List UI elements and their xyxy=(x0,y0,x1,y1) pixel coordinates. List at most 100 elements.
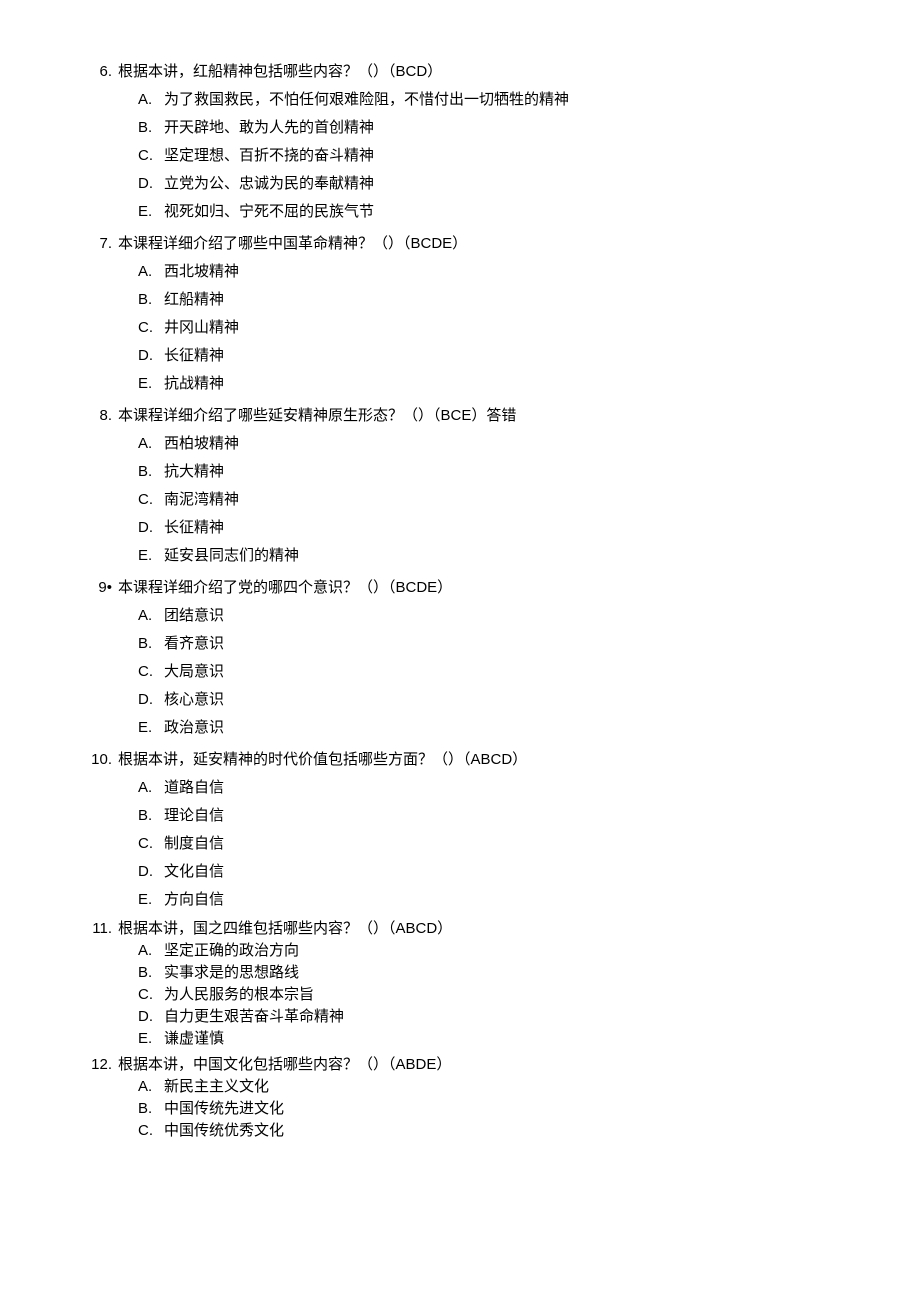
option-letter: E. xyxy=(138,714,160,742)
option-row: C.井冈山精神 xyxy=(138,314,830,342)
option-text: 为人民服务的根本宗旨 xyxy=(164,984,314,1006)
option-text: 核心意识 xyxy=(164,686,224,714)
option-text: 中国传统优秀文化 xyxy=(164,1120,284,1142)
option-row: C.制度自信 xyxy=(138,830,830,858)
document-page: 6.根据本讲，红船精神包括哪些内容？（）（BCD）A.为了救国救民，不怕任何艰难… xyxy=(0,0,920,1206)
option-row: D.长征精神 xyxy=(138,514,830,542)
option-text: 文化自信 xyxy=(164,858,224,886)
option-row: A.西柏坡精神 xyxy=(138,430,830,458)
options-list: A.道路自信B.理论自信C.制度自信D.文化自信E.方向自信 xyxy=(90,774,830,914)
question-text: 根据本讲，延安精神的时代价值包括哪些方面？（）（ABCD） xyxy=(118,746,830,774)
option-letter: A. xyxy=(138,258,160,286)
option-row: A.道路自信 xyxy=(138,774,830,802)
option-text: 谦虚谨慎 xyxy=(164,1028,224,1050)
question-text: 根据本讲，红船精神包括哪些内容？（）（BCD） xyxy=(118,58,830,86)
question: 11. 根据本讲，国之四维包括哪些内容？（）（ABCD）A.坚定正确的政治方向B.… xyxy=(90,918,830,1050)
option-row: B.理论自信 xyxy=(138,802,830,830)
option-text: 方向自信 xyxy=(164,886,224,914)
option-letter: C. xyxy=(138,658,160,686)
option-letter: B. xyxy=(138,630,160,658)
option-row: E.抗战精神 xyxy=(138,370,830,398)
question: 9•本课程详细介绍了党的哪四个意识？（）（BCDE）A.团结意识B.看齐意识C.… xyxy=(90,574,830,742)
options-list: A.为了救国救民，不怕任何艰难险阻，不惜付出一切牺牲的精神B.开天辟地、敢为人先… xyxy=(90,86,830,226)
option-row: A.新民主主义文化 xyxy=(138,1076,830,1098)
option-text: 开天辟地、敢为人先的首创精神 xyxy=(164,114,374,142)
question-row: 7.本课程详细介绍了哪些中国革命精神？（）（BCDE） xyxy=(90,230,830,258)
option-letter: D. xyxy=(138,686,160,714)
option-row: A.为了救国救民，不怕任何艰难险阻，不惜付出一切牺牲的精神 xyxy=(138,86,830,114)
option-letter: C. xyxy=(138,314,160,342)
option-row: E.延安县同志们的精神 xyxy=(138,542,830,570)
option-letter: B. xyxy=(138,286,160,314)
option-text: 井冈山精神 xyxy=(164,314,239,342)
option-letter: D. xyxy=(138,1006,160,1028)
option-letter: E. xyxy=(138,370,160,398)
option-text: 实事求是的思想路线 xyxy=(164,962,299,984)
question-number: 11. xyxy=(90,918,112,940)
option-text: 抗战精神 xyxy=(164,370,224,398)
options-list: A.新民主主义文化B.中国传统先进文化C.中国传统优秀文化 xyxy=(90,1076,830,1142)
option-row: E.谦虚谨慎 xyxy=(138,1028,830,1050)
option-letter: E. xyxy=(138,1028,160,1050)
option-text: 南泥湾精神 xyxy=(164,486,239,514)
option-letter: A. xyxy=(138,940,160,962)
question: 8.本课程详细介绍了哪些延安精神原生形态？（）（BCE）答错A.西柏坡精神B.抗… xyxy=(90,402,830,570)
option-row: B.抗大精神 xyxy=(138,458,830,486)
option-row: A.坚定正确的政治方向 xyxy=(138,940,830,962)
question-row: 9•本课程详细介绍了党的哪四个意识？（）（BCDE） xyxy=(90,574,830,602)
options-list: A.西柏坡精神B.抗大精神C.南泥湾精神D.长征精神E.延安县同志们的精神 xyxy=(90,430,830,570)
question-number: 10. xyxy=(90,746,112,774)
option-text: 团结意识 xyxy=(164,602,224,630)
option-letter: A. xyxy=(138,86,160,114)
option-text: 自力更生艰苦奋斗革命精神 xyxy=(164,1006,344,1028)
option-row: D.自力更生艰苦奋斗革命精神 xyxy=(138,1006,830,1028)
question-row: 11. 根据本讲，国之四维包括哪些内容？（）（ABCD） xyxy=(90,918,830,940)
option-row: C.中国传统优秀文化 xyxy=(138,1120,830,1142)
option-row: A.西北坡精神 xyxy=(138,258,830,286)
options-list: A.坚定正确的政治方向B.实事求是的思想路线C.为人民服务的根本宗旨D.自力更生… xyxy=(90,940,830,1050)
question-text: 本课程详细介绍了哪些延安精神原生形态？（）（BCE）答错 xyxy=(118,402,830,430)
option-text: 政治意识 xyxy=(164,714,224,742)
question-number: 8. xyxy=(90,402,112,430)
question: 6.根据本讲，红船精神包括哪些内容？（）（BCD）A.为了救国救民，不怕任何艰难… xyxy=(90,58,830,226)
option-row: C.为人民服务的根本宗旨 xyxy=(138,984,830,1006)
option-letter: B. xyxy=(138,1098,160,1120)
question-row: 6.根据本讲，红船精神包括哪些内容？（）（BCD） xyxy=(90,58,830,86)
option-letter: A. xyxy=(138,602,160,630)
option-letter: B. xyxy=(138,962,160,984)
option-text: 中国传统先进文化 xyxy=(164,1098,284,1120)
option-row: E.视死如归、宁死不屈的民族气节 xyxy=(138,198,830,226)
option-text: 长征精神 xyxy=(164,514,224,542)
option-letter: C. xyxy=(138,830,160,858)
question-text: 根据本讲，中国文化包括哪些内容？（）（ABDE） xyxy=(118,1054,830,1076)
option-text: 立党为公、忠诚为民的奉献精神 xyxy=(164,170,374,198)
option-letter: B. xyxy=(138,458,160,486)
question-number: 12. xyxy=(90,1054,112,1076)
option-text: 红船精神 xyxy=(164,286,224,314)
option-row: B.中国传统先进文化 xyxy=(138,1098,830,1120)
option-letter: E. xyxy=(138,886,160,914)
option-letter: D. xyxy=(138,514,160,542)
option-letter: A. xyxy=(138,430,160,458)
option-text: 坚定理想、百折不挠的奋斗精神 xyxy=(164,142,374,170)
option-text: 抗大精神 xyxy=(164,458,224,486)
option-text: 新民主主义文化 xyxy=(164,1076,269,1098)
option-letter: D. xyxy=(138,170,160,198)
options-list: A.西北坡精神B.红船精神C.井冈山精神D.长征精神E.抗战精神 xyxy=(90,258,830,398)
option-letter: C. xyxy=(138,486,160,514)
option-row: C.坚定理想、百折不挠的奋斗精神 xyxy=(138,142,830,170)
option-letter: A. xyxy=(138,1076,160,1098)
option-row: A.团结意识 xyxy=(138,602,830,630)
option-row: C.南泥湾精神 xyxy=(138,486,830,514)
option-letter: E. xyxy=(138,542,160,570)
option-row: D.长征精神 xyxy=(138,342,830,370)
option-text: 视死如归、宁死不屈的民族气节 xyxy=(164,198,374,226)
question-text: 根据本讲，国之四维包括哪些内容？（）（ABCD） xyxy=(118,918,830,940)
question-row: 12. 根据本讲，中国文化包括哪些内容？（）（ABDE） xyxy=(90,1054,830,1076)
option-text: 西柏坡精神 xyxy=(164,430,239,458)
option-letter: B. xyxy=(138,802,160,830)
question-number: 9• xyxy=(90,574,112,602)
option-row: D.核心意识 xyxy=(138,686,830,714)
option-row: B.开天辟地、敢为人先的首创精神 xyxy=(138,114,830,142)
option-text: 道路自信 xyxy=(164,774,224,802)
